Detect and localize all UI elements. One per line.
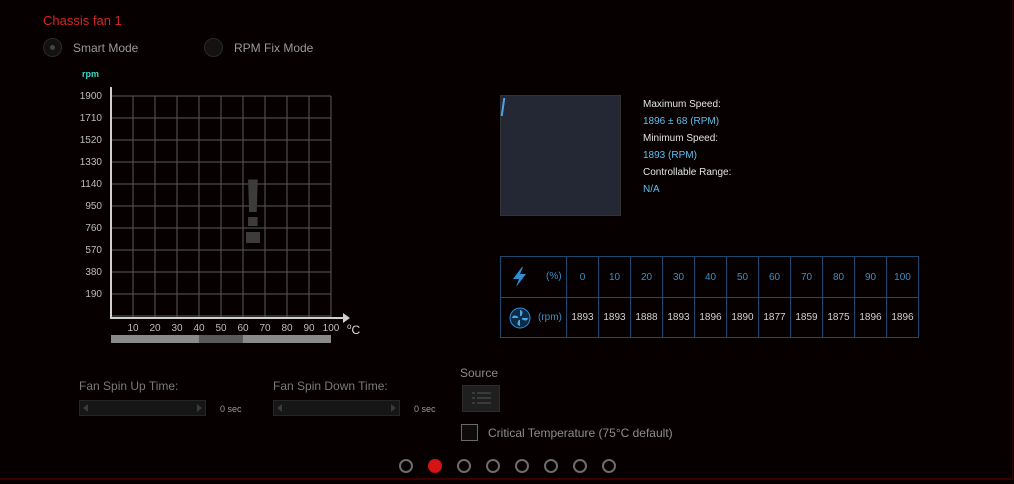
x-tick-label: 40 bbox=[193, 323, 205, 334]
x-tick-label: 20 bbox=[149, 323, 161, 334]
percent-row: (%) 0 10 20 30 40 50 60 70 80 90 100 bbox=[500, 256, 919, 298]
spin-up-slider[interactable] bbox=[79, 400, 206, 416]
percent-cell: 30 bbox=[662, 256, 695, 298]
arrow-left-icon bbox=[277, 404, 282, 412]
rpm-cell: 1890 bbox=[726, 297, 759, 338]
rpm-cell: 1893 bbox=[662, 297, 695, 338]
page-dot[interactable] bbox=[457, 459, 471, 473]
spin-down-value: 0 sec bbox=[414, 404, 436, 414]
rpm-unit: (rpm) bbox=[538, 312, 562, 323]
page-dot[interactable] bbox=[399, 459, 413, 473]
fan-preview-graph bbox=[500, 95, 621, 216]
rpm-cell: 1893 bbox=[566, 297, 599, 338]
rpm-cell: 1893 bbox=[598, 297, 631, 338]
source-label: Source bbox=[460, 366, 499, 380]
percent-cell: 50 bbox=[726, 256, 759, 298]
warning-icon: ! bbox=[242, 165, 265, 241]
controllable-range-label: Controllable Range: bbox=[643, 167, 732, 178]
x-tick-label: 70 bbox=[259, 323, 271, 334]
temperature-bar-high bbox=[243, 335, 276, 343]
spin-up-value: 0 sec bbox=[220, 404, 242, 414]
x-tick-label: 90 bbox=[303, 323, 315, 334]
critical-temperature-label: Critical Temperature (75°C default) bbox=[488, 426, 673, 440]
percent-cell: 0 bbox=[566, 256, 599, 298]
rpm-cell: 1859 bbox=[790, 297, 823, 338]
preview-line bbox=[500, 98, 506, 116]
rpm-cell: 1896 bbox=[854, 297, 887, 338]
percent-unit: (%) bbox=[546, 271, 562, 282]
page-dot[interactable] bbox=[602, 459, 616, 473]
rpm-cell: 1896 bbox=[886, 297, 919, 338]
x-tick-label: 10 bbox=[127, 323, 139, 334]
page-dot[interactable] bbox=[573, 459, 587, 473]
percent-cell: 70 bbox=[790, 256, 823, 298]
controllable-range-value: N/A bbox=[643, 184, 660, 195]
percent-cell: 90 bbox=[854, 256, 887, 298]
page-dot[interactable] bbox=[428, 459, 442, 473]
min-speed-label: Minimum Speed: bbox=[643, 133, 719, 144]
page-dot[interactable] bbox=[544, 459, 558, 473]
lightning-icon bbox=[513, 267, 526, 287]
percent-header-cell: (%) bbox=[500, 256, 567, 298]
percent-cell: 60 bbox=[758, 256, 791, 298]
percent-cell: 80 bbox=[822, 256, 855, 298]
page-dot[interactable] bbox=[515, 459, 529, 473]
rpm-cell: 1877 bbox=[758, 297, 791, 338]
spin-down-slider[interactable] bbox=[273, 400, 400, 416]
max-speed-label: Maximum Speed: bbox=[643, 99, 721, 110]
warning-icon-dot bbox=[246, 232, 260, 243]
arrow-right-icon bbox=[197, 404, 202, 412]
arrow-right-icon bbox=[391, 404, 396, 412]
x-tick-label: 30 bbox=[171, 323, 183, 334]
rpm-cell: 1875 bbox=[822, 297, 855, 338]
spin-up-label: Fan Spin Up Time: bbox=[79, 379, 179, 393]
x-tick-label: 100 bbox=[322, 323, 340, 334]
percent-cell: 10 bbox=[598, 256, 631, 298]
percent-cell: 100 bbox=[886, 256, 919, 298]
max-speed-value: 1896 ± 68 (RPM) bbox=[643, 116, 720, 127]
page-indicator bbox=[399, 459, 616, 473]
min-speed-value: 1893 (RPM) bbox=[643, 150, 697, 161]
fan-icon bbox=[509, 307, 531, 329]
percent-cell: 40 bbox=[694, 256, 727, 298]
rpm-cell: 1896 bbox=[694, 297, 727, 338]
x-tick-label: 60 bbox=[237, 323, 249, 334]
critical-temperature-checkbox[interactable] bbox=[461, 424, 478, 441]
x-axis-unit: oC bbox=[347, 322, 361, 337]
percent-cell: 20 bbox=[630, 256, 663, 298]
chart-grid bbox=[111, 95, 332, 318]
speed-table: (%) 0 10 20 30 40 50 60 70 80 90 100 (rpm) 1893 189… bbox=[500, 256, 919, 338]
temperature-bar-max bbox=[276, 335, 331, 343]
spin-down-label: Fan Spin Down Time: bbox=[273, 379, 388, 393]
source-button[interactable] bbox=[462, 385, 500, 412]
x-tick-label: 80 bbox=[281, 323, 293, 334]
x-tick-label: 50 bbox=[215, 323, 227, 334]
arrow-left-icon bbox=[83, 404, 88, 412]
temperature-bar-low bbox=[111, 335, 199, 343]
list-icon bbox=[472, 392, 491, 404]
rpm-cell: 1888 bbox=[630, 297, 663, 338]
page-dot[interactable] bbox=[486, 459, 500, 473]
temperature-bar-mid bbox=[199, 335, 243, 343]
rpm-header-cell: (rpm) bbox=[500, 297, 567, 338]
rpm-row: (rpm) 1893 1893 1888 1893 1896 1890 1877 1859 18… bbox=[500, 297, 919, 338]
